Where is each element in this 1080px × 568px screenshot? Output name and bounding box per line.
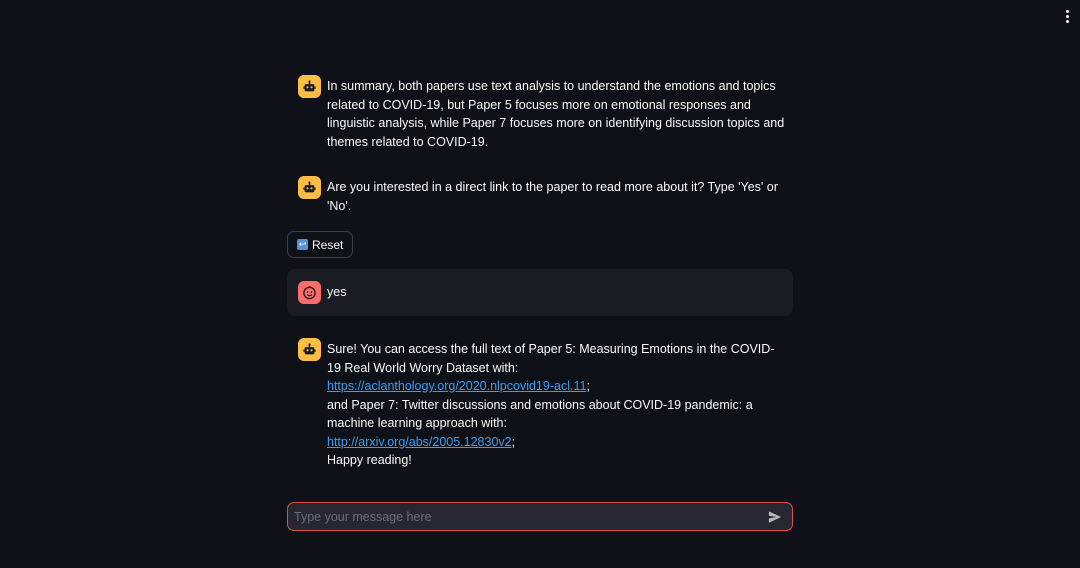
message-text: Are you interested in a direct link to t… <box>327 176 793 215</box>
user-message: yes <box>287 269 793 316</box>
message-paragraph: and Paper 7: Twitter discussions and emo… <box>327 397 753 431</box>
message-link-line: https://aclanthology.org/2020.nlpcovid19… <box>327 377 777 396</box>
main-menu-button[interactable] <box>1060 8 1074 24</box>
robot-icon <box>298 75 321 98</box>
paper-5-link[interactable]: https://aclanthology.org/2020.nlpcovid19… <box>327 379 586 393</box>
chat-input[interactable] <box>288 503 762 530</box>
more-vertical-icon-dot <box>1065 19 1069 23</box>
link-suffix: ; <box>586 379 590 393</box>
chat-app: In summary, both papers use text analysi… <box>0 0 1080 568</box>
message-paragraph: Sure! You can access the full text of Pa… <box>327 342 775 375</box>
assistant-message: Sure! You can access the full text of Pa… <box>287 338 793 470</box>
message-link-line: http://arxiv.org/abs/2005.12830v2; <box>327 433 777 452</box>
chat-input-container <box>287 502 793 531</box>
message-text: In summary, both papers use text analysi… <box>327 75 793 151</box>
message-paragraph: In summary, both papers use text analysi… <box>327 79 785 149</box>
message-text: yes <box>327 283 346 302</box>
more-vertical-icon-dot <box>1065 14 1069 18</box>
reset-button[interactable]: ↩ Reset <box>287 231 354 258</box>
send-button[interactable] <box>762 504 788 530</box>
smiley-face-icon <box>298 281 321 304</box>
robot-icon <box>298 338 321 361</box>
reset-arrow-icon: ↩ <box>297 239 308 250</box>
paper-7-link[interactable]: http://arxiv.org/abs/2005.12830v2 <box>327 435 512 449</box>
robot-icon <box>298 176 321 199</box>
message-text: Sure! You can access the full text of Pa… <box>327 338 777 470</box>
assistant-message: In summary, both papers use text analysi… <box>287 75 793 151</box>
message-paragraph: yes <box>327 285 347 300</box>
reset-button-label: Reset <box>312 237 344 252</box>
send-icon <box>768 510 782 523</box>
message-paragraph: Happy reading! <box>327 453 412 467</box>
assistant-message: Are you interested in a direct link to t… <box>287 176 793 215</box>
more-vertical-icon <box>1065 9 1069 13</box>
link-suffix: ; <box>511 434 516 449</box>
message-paragraph: Are you interested in a direct link to t… <box>327 180 778 213</box>
